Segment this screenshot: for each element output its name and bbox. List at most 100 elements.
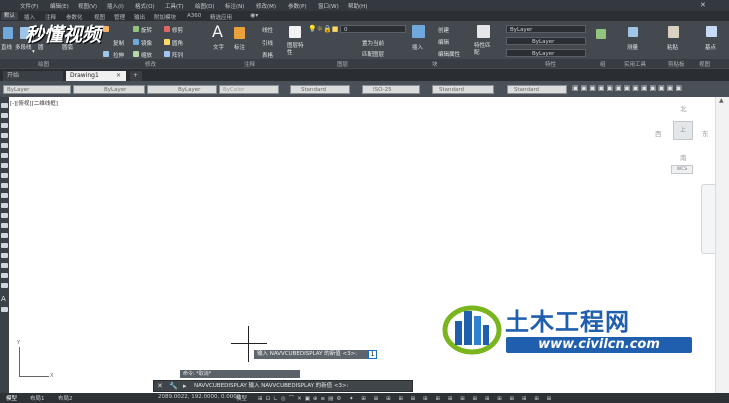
group-label-modify[interactable]: 修改 [145,60,156,68]
menu-modify[interactable]: 修改(M) [256,2,276,10]
command-line[interactable]: ✕ 🔧 ▸ NAVVCUBEDISPLAY 输入 NAVVCUBEDISPLAY… [153,380,413,392]
insert-block-button[interactable]: 插入 [412,43,423,51]
tool-icon[interactable] [1,233,8,238]
close-tab-icon[interactable]: ✕ [116,72,121,79]
paste-icon[interactable] [668,26,679,38]
layer-dropdown[interactable]: 0 [340,25,406,33]
text-tool-icon[interactable]: A [1,295,6,303]
menu-format[interactable]: 格式(O) [135,2,155,10]
tool-icon[interactable] [1,273,8,278]
tool-icon[interactable] [1,123,8,128]
line-button[interactable]: 直线 [1,43,12,51]
menu-draw[interactable]: 绘图(D) [195,2,215,10]
tool-icon[interactable] [1,163,8,168]
mleaderstyle-combo[interactable]: Standard [507,85,567,94]
tool-icon[interactable] [1,153,8,158]
group-label-groups[interactable]: 组 [600,60,606,68]
line-icon[interactable] [3,27,13,39]
copy-button[interactable]: 复制 [113,39,124,47]
viewcube-south[interactable]: 南 [680,152,687,162]
leader-button[interactable]: 引线 [262,39,273,47]
tool-icon[interactable] [1,103,8,108]
layout1-tab[interactable]: 布局1 [30,394,45,402]
trim-button[interactable]: 修剪 [172,26,183,34]
dimension-icon[interactable] [234,27,245,39]
textstyle-combo[interactable]: Standard [290,85,350,94]
tool-icon[interactable] [1,113,8,118]
viewcube-west[interactable]: 西 [655,128,662,138]
viewport-label[interactable]: [-][俯视][二维线框] [10,99,58,107]
dimension-button[interactable]: 标注 [234,43,245,51]
menu-insert[interactable]: 插入(I) [107,2,124,10]
array-button[interactable]: 阵列 [172,51,183,59]
tool-icon[interactable] [1,243,8,248]
lineweight-combo[interactable]: ByLayer [147,85,217,94]
linetype-combo[interactable]: ByLayer [73,85,145,94]
tool-icon[interactable] [1,263,8,268]
tool-icon[interactable] [1,283,8,288]
color-dropdown[interactable]: ByLayer [506,25,586,33]
dimstyle-combo[interactable]: ISO-25 [362,85,420,94]
create-block-button[interactable]: 创建 [438,26,449,34]
tab-featured[interactable]: 精选应用 [210,13,232,21]
insert-block-icon[interactable] [412,25,425,38]
linear-button[interactable]: 线性 [262,26,273,34]
menu-dimension[interactable]: 标注(N) [225,2,244,10]
table-button[interactable]: 表格 [262,51,273,59]
text-button[interactable]: 文字 [213,43,224,51]
menu-help[interactable]: 帮助(H) [348,2,367,10]
menu-tools[interactable]: 工具(T) [165,2,184,10]
base-view-icon[interactable] [706,26,717,37]
group-label-clipboard[interactable]: 剪贴板 [668,60,685,68]
drawing-canvas[interactable]: [-][俯视][二维线框] 北 西 东 南 上 WCS Y X 土木工程网 ww… [9,97,717,380]
tab-default[interactable]: 默认 [1,12,19,20]
edit-block-button[interactable]: 编辑 [438,38,449,46]
rotate-icon[interactable] [133,26,139,32]
move-icon[interactable] [103,26,109,32]
linetype-dropdown[interactable]: ByLayer [506,37,586,45]
tool-icon[interactable] [1,133,8,138]
tool-icon[interactable] [1,193,8,198]
viewcube-east[interactable]: 东 [702,128,709,138]
layout2-tab[interactable]: 布局2 [58,394,73,402]
make-current-button[interactable]: 置为当前 [362,39,384,47]
vertical-scrollbar[interactable]: ▲ [715,97,729,393]
array-icon[interactable] [164,51,170,57]
text-icon[interactable]: A [212,22,223,41]
model-tab[interactable]: 模型 [6,394,17,402]
measure-icon[interactable] [628,27,638,37]
layer-combo[interactable]: ByLayer [3,85,71,94]
new-tab-button[interactable]: + [130,71,142,81]
tab-a360[interactable]: A360 [187,13,201,19]
tool-icon[interactable] [1,173,8,178]
group-icon[interactable] [596,29,606,39]
tool-icon[interactable] [1,203,8,208]
group-label-properties[interactable]: 特性 [545,60,556,68]
tab-output[interactable]: 输出 [134,13,145,21]
viewcube-north[interactable]: 北 [680,103,687,113]
group-label-view[interactable]: 视图 [699,60,710,68]
tool-icon[interactable] [1,307,8,312]
trim-icon[interactable] [164,26,170,32]
group-label-layers[interactable]: 图层 [337,60,348,68]
tool-icon[interactable] [1,143,8,148]
menu-edit[interactable]: 编辑(E) [50,2,69,10]
scale-button[interactable]: 缩放 [141,51,152,59]
tool-icon[interactable] [1,223,8,228]
match-properties-icon[interactable] [477,25,490,38]
group-label-block[interactable]: 块 [432,60,438,68]
menu-file[interactable]: 文件(F) [20,2,38,10]
viewcube-top-face[interactable]: 上 [673,121,693,140]
wcs-menu[interactable]: WCS [671,165,693,174]
base-view-button[interactable]: 基点 [705,43,716,51]
mirror-icon[interactable] [133,39,139,45]
fillet-button[interactable]: 圆角 [172,39,183,47]
tab-dropdown-icon[interactable]: ◉▾ [250,12,258,19]
scale-icon[interactable] [133,51,139,57]
menu-view[interactable]: 视图(V) [78,2,97,10]
match-layer-button[interactable]: 匹配图层 [362,50,384,58]
close-command-icon[interactable]: ✕ [157,381,163,391]
tool-icon[interactable] [1,183,8,188]
tab-manage[interactable]: 管理 [114,13,125,21]
tool-icon[interactable] [1,213,8,218]
